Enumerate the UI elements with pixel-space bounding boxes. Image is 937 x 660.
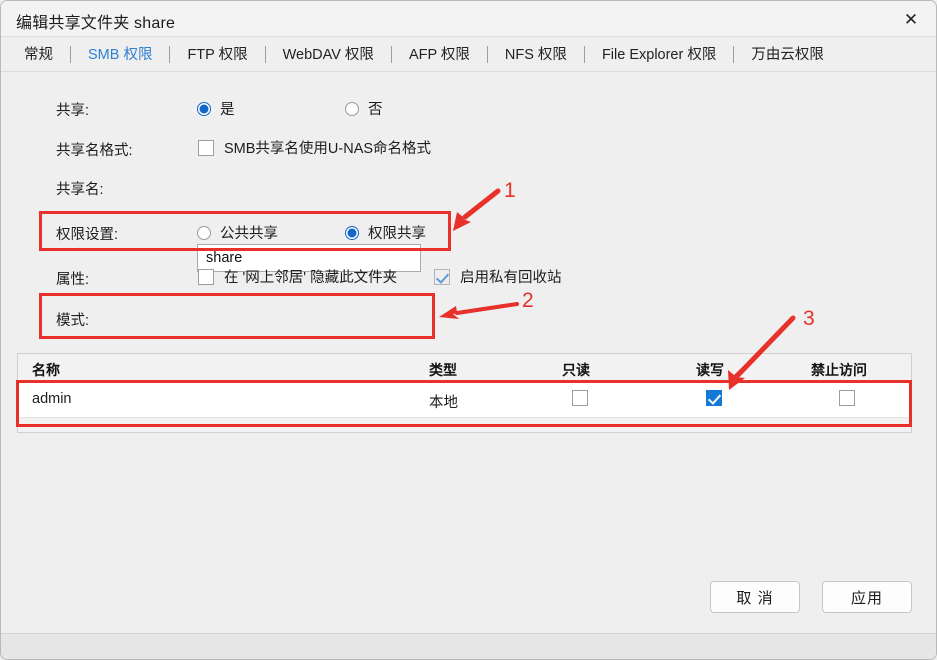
cell-denied-checkbox[interactable] xyxy=(839,390,855,406)
cell-readonly-checkbox[interactable] xyxy=(572,390,588,406)
tab-webdav-permissions[interactable]: WebDAV 权限 xyxy=(266,38,391,72)
tab-wanyou-cloud-permissions[interactable]: 万由云权限 xyxy=(734,38,841,72)
tab-nfs-permissions[interactable]: NFS 权限 xyxy=(488,38,584,72)
column-header-type: 类型 xyxy=(429,360,457,380)
apply-button[interactable]: 应用 xyxy=(822,581,912,613)
unas-naming-format-checkbox[interactable]: SMB共享名使用U-NAS命名格式 xyxy=(198,137,431,158)
radio-indicator xyxy=(345,102,359,116)
table-footer-spacer xyxy=(18,418,911,432)
permissions-table: 名称 类型 只读 读写 禁止访问 admin 本地 xyxy=(17,353,912,433)
close-icon[interactable]: ✕ xyxy=(894,4,928,34)
edit-shared-folder-dialog: 编辑共享文件夹 share ✕ 常规 SMB 权限 FTP 权限 WebDAV … xyxy=(0,0,937,660)
table-header-row: 名称 类型 只读 读写 禁止访问 xyxy=(18,354,911,382)
hide-in-network-neighborhood-checkbox[interactable]: 在 '网上邻居' 隐藏此文件夹 xyxy=(198,266,397,287)
column-header-denied: 禁止访问 xyxy=(811,360,867,380)
form-area: 共享: 是 否 共享名格式: SMB共享名使用U-NAS命名格式 共享名: 权限… xyxy=(1,73,936,343)
tab-general[interactable]: 常规 xyxy=(7,38,70,72)
unas-naming-format-label: SMB共享名使用U-NAS命名格式 xyxy=(224,137,431,158)
hide-in-network-neighborhood-label: 在 '网上邻居' 隐藏此文件夹 xyxy=(224,266,397,287)
share-radio-yes-label: 是 xyxy=(220,98,235,119)
status-bar xyxy=(1,633,936,659)
share-radio-no[interactable]: 否 xyxy=(345,98,383,119)
page-title: 编辑共享文件夹 share xyxy=(16,9,175,33)
attributes-label: 属性: xyxy=(56,268,89,289)
radio-indicator xyxy=(197,102,211,116)
radio-indicator xyxy=(345,226,359,240)
cell-type: 本地 xyxy=(429,391,458,412)
column-header-readwrite: 读写 xyxy=(696,360,724,380)
title-bar: 编辑共享文件夹 share ✕ xyxy=(1,1,936,37)
enable-private-recycle-bin-label: 启用私有回收站 xyxy=(460,266,562,287)
tab-ftp-permissions[interactable]: FTP 权限 xyxy=(170,38,264,72)
table-row[interactable]: admin 本地 xyxy=(18,382,911,418)
tab-smb-permissions[interactable]: SMB 权限 xyxy=(71,38,169,72)
tab-bar: 常规 SMB 权限 FTP 权限 WebDAV 权限 AFP 权限 NFS 权限… xyxy=(1,38,936,72)
permission-radio-public[interactable]: 公共共享 xyxy=(197,222,278,243)
share-name-label: 共享名: xyxy=(56,178,104,199)
permission-radio-public-label: 公共共享 xyxy=(220,222,278,243)
share-radio-yes[interactable]: 是 xyxy=(197,98,235,119)
checkbox-indicator xyxy=(198,140,214,156)
permission-radio-restricted-label: 权限共享 xyxy=(368,222,426,243)
tab-afp-permissions[interactable]: AFP 权限 xyxy=(392,38,487,72)
column-header-name: 名称 xyxy=(32,360,60,380)
name-format-label: 共享名格式: xyxy=(56,139,133,160)
column-header-readonly: 只读 xyxy=(562,360,590,380)
cell-name: admin xyxy=(32,391,72,407)
share-radio-no-label: 否 xyxy=(368,98,383,119)
checkbox-indicator xyxy=(434,269,450,285)
mode-label: 模式: xyxy=(56,309,89,330)
cancel-button[interactable]: 取 消 xyxy=(710,581,800,613)
cell-readwrite-checkbox[interactable] xyxy=(706,390,722,406)
share-label: 共享: xyxy=(56,99,89,120)
tab-file-explorer-permissions[interactable]: File Explorer 权限 xyxy=(585,38,733,72)
radio-indicator xyxy=(197,226,211,240)
checkbox-indicator xyxy=(198,269,214,285)
permission-setting-label: 权限设置: xyxy=(56,223,118,244)
permission-radio-restricted[interactable]: 权限共享 xyxy=(345,222,426,243)
enable-private-recycle-bin-checkbox[interactable]: 启用私有回收站 xyxy=(434,266,562,287)
